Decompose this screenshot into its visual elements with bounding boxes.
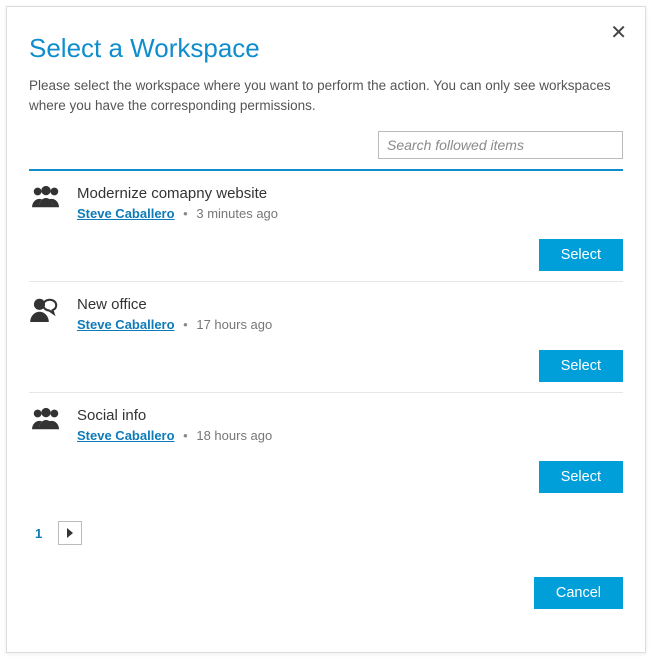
author-link[interactable]: Steve Caballero <box>77 206 175 221</box>
group-icon <box>29 185 63 216</box>
select-button[interactable]: Select <box>539 461 623 493</box>
group-icon <box>29 407 63 438</box>
select-button[interactable]: Select <box>539 239 623 271</box>
page-next-button[interactable] <box>58 521 82 545</box>
timestamp: 18 hours ago <box>196 428 272 443</box>
pager: 1 <box>29 521 623 545</box>
author-link[interactable]: Steve Caballero <box>77 428 175 443</box>
timestamp: 17 hours ago <box>196 317 272 332</box>
dialog-title: Select a Workspace <box>29 33 623 64</box>
search-input[interactable] <box>378 131 623 159</box>
select-workspace-dialog: ✕ Select a Workspace Please select the w… <box>6 6 646 653</box>
list-item: Modernize comapny website Steve Caballer… <box>29 171 623 282</box>
separator-dot: • <box>183 317 188 332</box>
timestamp: 3 minutes ago <box>196 206 278 221</box>
separator-dot: • <box>183 206 188 221</box>
list-item: Social info Steve Caballero • 18 hours a… <box>29 393 623 503</box>
page-number-current[interactable]: 1 <box>29 522 48 545</box>
list-item: New office Steve Caballero • 17 hours ag… <box>29 282 623 393</box>
chevron-right-icon <box>66 526 74 541</box>
person-speech-icon <box>29 296 63 327</box>
workspace-list: Modernize comapny website Steve Caballer… <box>29 171 623 503</box>
separator-dot: • <box>183 428 188 443</box>
dialog-subtitle: Please select the workspace where you wa… <box>29 76 623 115</box>
cancel-button[interactable]: Cancel <box>534 577 623 609</box>
author-link[interactable]: Steve Caballero <box>77 317 175 332</box>
workspace-title: New office <box>77 296 623 313</box>
workspace-title: Modernize comapny website <box>77 185 623 202</box>
workspace-title: Social info <box>77 407 623 424</box>
close-icon[interactable]: ✕ <box>610 23 627 43</box>
select-button[interactable]: Select <box>539 350 623 382</box>
